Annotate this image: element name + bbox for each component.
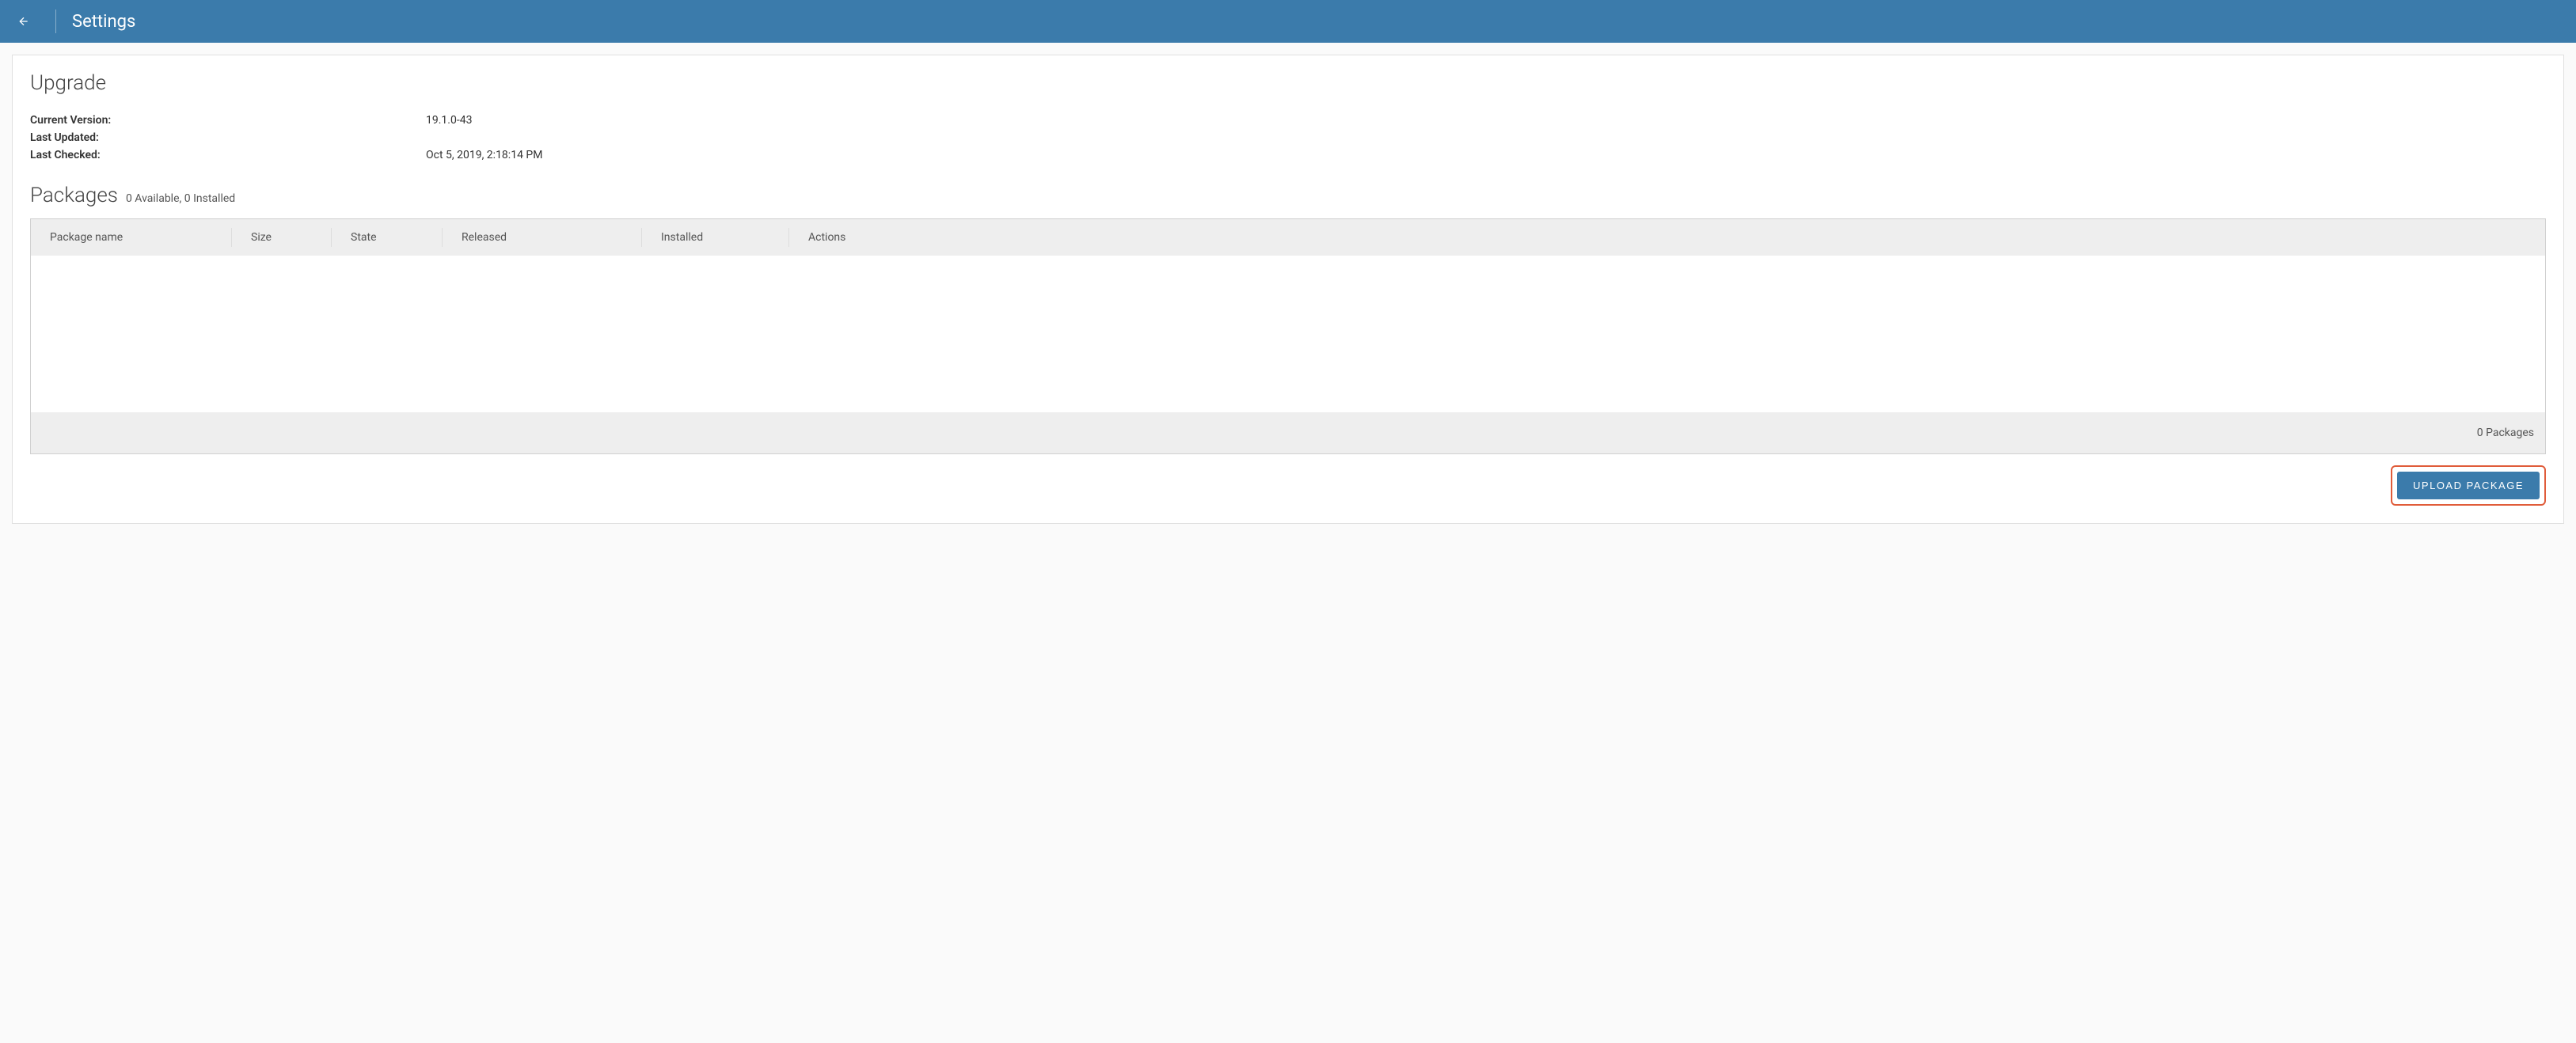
header-bar: Settings — [0, 0, 2576, 43]
column-header-package-name[interactable]: Package name — [31, 228, 232, 247]
info-row-last-updated: Last Updated: — [30, 131, 2546, 144]
packages-count: 0 Packages — [2477, 427, 2534, 439]
column-header-state[interactable]: State — [332, 228, 443, 247]
column-header-actions: Actions — [789, 228, 2545, 247]
packages-table-footer: 0 Packages — [31, 412, 2545, 453]
packages-table-header: Package name Size State Released Install… — [31, 219, 2545, 256]
last-checked-value: Oct 5, 2019, 2:18:14 PM — [426, 149, 542, 161]
upgrade-section-title: Upgrade — [30, 71, 2546, 95]
back-button[interactable] — [16, 13, 32, 29]
current-version-value: 19.1.0-43 — [426, 114, 472, 127]
packages-table-body — [31, 256, 2545, 412]
upload-package-button[interactable]: UPLOAD PACKAGE — [2397, 472, 2540, 499]
column-header-size[interactable]: Size — [232, 228, 332, 247]
actions-row: UPLOAD PACKAGE — [30, 465, 2546, 506]
packages-header: Packages 0 Available, 0 Installed — [30, 184, 2546, 207]
last-checked-label: Last Checked: — [30, 149, 426, 161]
last-updated-label: Last Updated: — [30, 131, 426, 144]
column-header-installed[interactable]: Installed — [642, 228, 789, 247]
header-divider — [55, 9, 56, 33]
info-row-current-version: Current Version: 19.1.0-43 — [30, 114, 2546, 127]
upload-button-highlight: UPLOAD PACKAGE — [2391, 465, 2546, 506]
packages-table: Package name Size State Released Install… — [30, 218, 2546, 454]
packages-summary: 0 Available, 0 Installed — [126, 192, 235, 205]
current-version-label: Current Version: — [30, 114, 426, 127]
content-wrapper: Upgrade Current Version: 19.1.0-43 Last … — [0, 43, 2576, 536]
page-title: Settings — [72, 12, 135, 32]
column-header-released[interactable]: Released — [443, 228, 642, 247]
arrow-left-icon — [17, 15, 30, 28]
packages-section-title: Packages — [30, 184, 118, 207]
info-row-last-checked: Last Checked: Oct 5, 2019, 2:18:14 PM — [30, 149, 2546, 161]
main-panel: Upgrade Current Version: 19.1.0-43 Last … — [12, 55, 2564, 524]
